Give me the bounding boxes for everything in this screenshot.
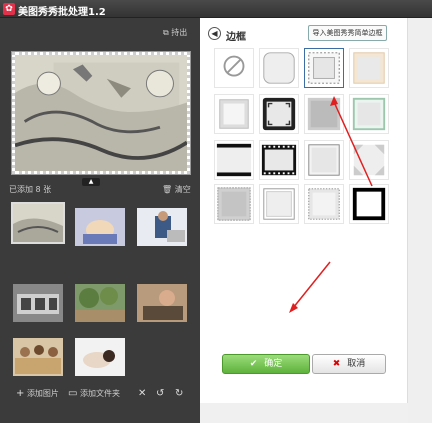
thumbnail-3[interactable] [137,208,187,246]
collapse-arrow-icon[interactable]: ▲ [82,178,100,186]
thumbnail-5[interactable] [75,284,125,322]
cancel-label: 取消 [347,359,366,369]
add-folder-button[interactable]: ▭ 添加文件夹 [68,388,120,399]
plus-icon: + [16,388,25,399]
pin-icon: ⧉ [163,28,169,37]
trash-icon: 🗑 [162,185,173,194]
rotate-right-icon[interactable]: ↻ [175,388,183,399]
frame-film-frame[interactable] [259,140,299,180]
frame-line-frame[interactable] [214,140,254,180]
folder-icon: ▭ [68,388,78,399]
rotate-left-icon[interactable]: ↺ [156,388,164,399]
thumbnail-8[interactable] [75,338,125,376]
frame-green-frame[interactable] [349,94,389,134]
frame-no-frame[interactable] [214,48,254,88]
frame-panel: ◀ 边框 导入美图秀秀简单边框 ✔ 确定 ✖ 取消 [200,18,408,403]
title-bar: ✿ 美图秀秀批处理1.2 [0,0,432,18]
import-frame-button[interactable]: 导入美图秀秀简单边框 [308,25,387,41]
panel-title: 边框 [226,32,246,43]
preview-image [12,52,190,174]
confirm-button[interactable]: ✔ 确定 [222,354,310,374]
add-folder-label: 添加文件夹 [80,389,120,398]
frame-zigzag-frame[interactable] [214,184,254,224]
add-image-button[interactable]: + 添加图片 [16,388,59,399]
app-logo-icon: ✿ [3,3,15,15]
window-title: 美图秀秀批处理1.2 [18,7,106,18]
frame-corner-frame[interactable] [259,94,299,134]
left-panel: ⧉ 持出 ▲ 已添加 8 张 🗑 清空 + 添加图片 ▭ 添加文件夹 ✕ ↺ ↻ [0,18,200,423]
thumbnail-6[interactable] [137,284,187,322]
frame-bold-frame[interactable] [349,184,389,224]
add-image-label: 添加图片 [26,389,59,398]
clear-button[interactable]: 🗑 清空 [162,184,191,195]
panel-gutter [408,18,432,423]
x-icon: ✖ [332,359,341,369]
frame-stamp-frame[interactable] [304,184,344,224]
frame-shadow-frame[interactable] [214,94,254,134]
thumbnail-2[interactable] [75,208,125,246]
check-icon: ✔ [249,359,258,369]
pin-button[interactable]: ⧉ 持出 [163,27,187,38]
thumbnail-7[interactable] [13,338,63,376]
clear-label: 清空 [174,185,191,194]
right-panel: ◀ 边框 导入美图秀秀简单边框 ✔ 确定 ✖ 取消 [200,18,432,423]
frame-thin-frame[interactable] [304,140,344,180]
pin-label: 持出 [171,28,188,37]
thumbnail-1[interactable] [13,204,63,242]
cancel-button[interactable]: ✖ 取消 [312,354,386,374]
frame-rounded-frame[interactable] [259,48,299,88]
confirm-label: 确定 [264,359,283,369]
delete-icon[interactable]: ✕ [138,388,146,399]
frame-gray-frame[interactable] [304,94,344,134]
added-count: 已添加 8 张 [9,185,52,194]
frame-diamond-frame[interactable] [349,140,389,180]
back-icon[interactable]: ◀ [208,27,221,40]
frame-double-frame[interactable] [259,184,299,224]
frame-beige-frame[interactable] [349,48,389,88]
frame-dashed-frame[interactable] [304,48,344,88]
thumbnail-4[interactable] [13,284,63,322]
